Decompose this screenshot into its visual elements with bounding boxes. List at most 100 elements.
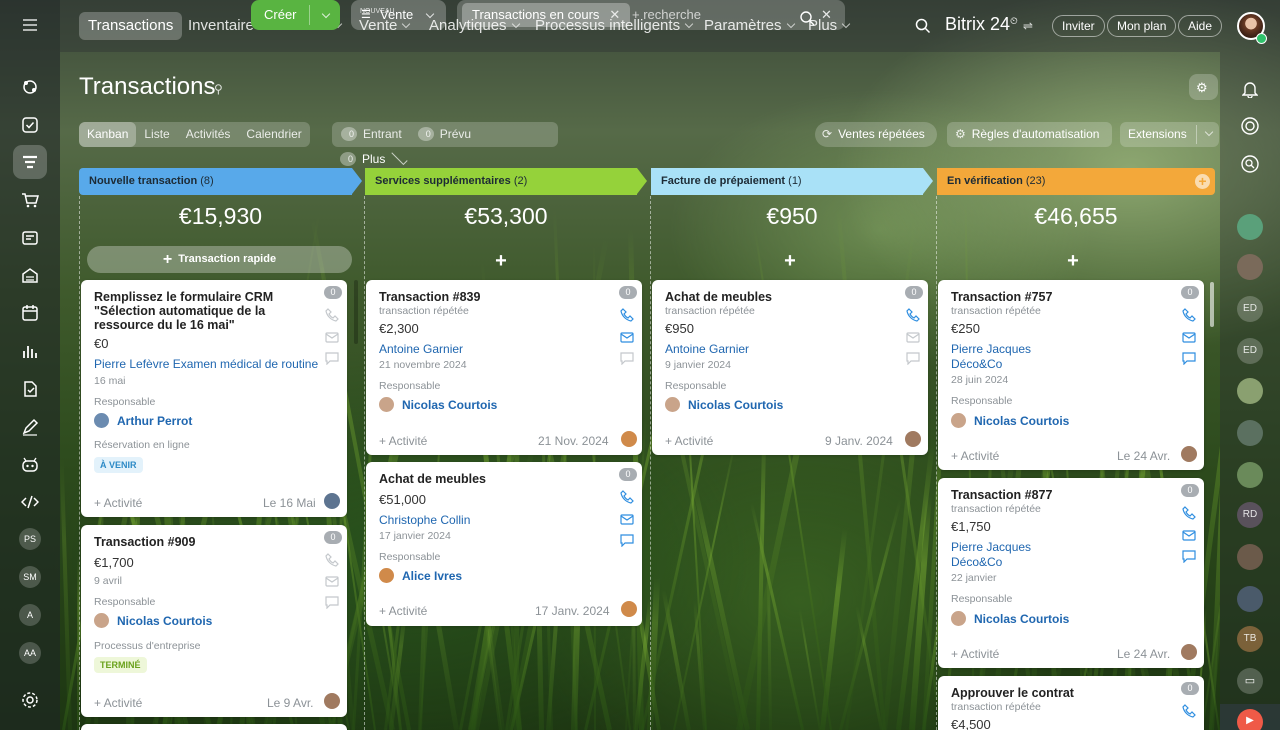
- view-activites[interactable]: Activités: [178, 122, 239, 147]
- avatar[interactable]: AA: [19, 642, 41, 664]
- extensions-button[interactable]: Extensions: [1120, 122, 1219, 147]
- responsible-person[interactable]: Arthur Perrot: [94, 413, 192, 428]
- card-title[interactable]: Transaction #839: [379, 290, 480, 304]
- card-title[interactable]: Remplissez le formulaire CRM "Sélection …: [94, 290, 322, 332]
- radar-icon[interactable]: [1240, 116, 1260, 141]
- warehouse-icon[interactable]: [13, 258, 47, 292]
- add-activity-link[interactable]: + Activité: [379, 434, 427, 448]
- add-activity-link[interactable]: + Activité: [665, 434, 713, 448]
- invite-button[interactable]: Inviter: [1052, 15, 1105, 37]
- card-client[interactable]: Antoine Garnier: [665, 342, 749, 356]
- chat-icon[interactable]: [325, 351, 339, 366]
- mail-icon[interactable]: [620, 330, 634, 344]
- deal-card[interactable]: Achat de meubles 0 transaction répétée €…: [652, 280, 928, 455]
- card-title[interactable]: Transaction #757: [951, 290, 1052, 304]
- chat-icon[interactable]: [906, 351, 920, 366]
- responsible-person[interactable]: Nicolas Courtois: [951, 413, 1069, 428]
- pipeline-select[interactable]: ☰ Vente: [351, 0, 446, 30]
- search-icon[interactable]: [915, 18, 931, 39]
- clear-icon[interactable]: ✕: [821, 0, 832, 30]
- phone-icon[interactable]: [325, 308, 339, 322]
- card-title[interactable]: Achat de meubles: [665, 290, 772, 304]
- repeat-sales-button[interactable]: ⟳ Ventes répétées: [815, 122, 937, 147]
- create-button[interactable]: Créer: [251, 0, 340, 30]
- add-activity-link[interactable]: + Activité: [94, 496, 142, 510]
- chat-icon[interactable]: [1182, 351, 1196, 366]
- avatar[interactable]: [1237, 254, 1263, 280]
- phone-icon[interactable]: [620, 490, 634, 504]
- card-title[interactable]: Achat de meubles: [379, 472, 486, 486]
- avatar[interactable]: [1237, 420, 1263, 446]
- search-icon[interactable]: [800, 7, 815, 37]
- card-title[interactable]: Transaction #909: [94, 535, 195, 549]
- tasks-icon[interactable]: [13, 108, 47, 142]
- video-call-icon[interactable]: ▶: [1237, 709, 1263, 730]
- avatar[interactable]: [1237, 586, 1263, 612]
- responsible-person[interactable]: Nicolas Courtois: [379, 397, 497, 412]
- chevron-down-icon[interactable]: [321, 9, 331, 19]
- avatar[interactable]: A: [19, 604, 41, 626]
- card-client[interactable]: Pierre Jacques: [951, 540, 1031, 554]
- automation-rules-button[interactable]: ⚙ Règles d'automatisation: [947, 122, 1112, 147]
- search-input[interactable]: + recherche: [632, 0, 701, 30]
- deal-card[interactable]: Approuver le contrat 0 transaction répét…: [938, 676, 1204, 730]
- tab-transactions[interactable]: Transactions: [79, 12, 183, 40]
- phone-icon[interactable]: [620, 308, 634, 322]
- deal-card[interactable]: [81, 724, 347, 730]
- crm-icon[interactable]: [13, 145, 47, 179]
- chat-icon[interactable]: [620, 351, 634, 366]
- analytics-icon[interactable]: [13, 334, 47, 368]
- calendar-icon[interactable]: [13, 296, 47, 330]
- chat-icon[interactable]: [620, 533, 634, 548]
- card-title[interactable]: Transaction #877: [951, 488, 1052, 502]
- search-chat-icon[interactable]: [1240, 154, 1260, 179]
- settings-sliders-icon[interactable]: ⇌: [1023, 19, 1033, 33]
- card-client[interactable]: Pierre Lefèvre Examen médical de routine: [94, 357, 318, 371]
- phone-icon[interactable]: [906, 308, 920, 322]
- counter-prevu[interactable]: 0 Prévu: [410, 122, 479, 147]
- phone-icon[interactable]: [1182, 308, 1196, 322]
- close-icon[interactable]: ✕: [609, 7, 620, 22]
- responsible-person[interactable]: Nicolas Courtois: [94, 613, 212, 628]
- scrollbar[interactable]: [354, 280, 358, 344]
- responsible-person[interactable]: Alice Ivres: [379, 568, 462, 583]
- video-icon[interactable]: ▭: [1237, 668, 1263, 694]
- deal-card[interactable]: Achat de meubles 0 €51,000 Christophe Co…: [366, 462, 642, 626]
- avatar[interactable]: RD: [1237, 502, 1263, 528]
- search-filter-bar[interactable]: Transactions en cours ✕ + recherche ✕: [457, 0, 845, 30]
- phone-icon[interactable]: [1182, 704, 1196, 718]
- counter-entrant[interactable]: 0 Entrant: [332, 122, 410, 147]
- mail-icon[interactable]: [906, 330, 920, 344]
- column-header-nouvelle[interactable]: Nouvelle transaction (8): [79, 168, 362, 195]
- avatar[interactable]: ED: [1237, 296, 1263, 322]
- copilot-icon[interactable]: [13, 448, 47, 482]
- mail-icon[interactable]: [620, 512, 634, 526]
- avatar[interactable]: ED: [1237, 338, 1263, 364]
- chat-icon[interactable]: [325, 595, 339, 610]
- view-calendrier[interactable]: Calendrier: [238, 122, 309, 147]
- add-activity-link[interactable]: + Activité: [379, 604, 427, 618]
- mail-icon[interactable]: [325, 330, 339, 344]
- phone-icon[interactable]: [325, 553, 339, 567]
- mail-icon[interactable]: [325, 574, 339, 588]
- chat-icon[interactable]: [1182, 549, 1196, 564]
- pin-icon[interactable]: ⚲: [214, 82, 223, 96]
- add-activity-link[interactable]: + Activité: [94, 696, 142, 710]
- avatar[interactable]: TB: [1237, 626, 1263, 652]
- sign-icon[interactable]: [13, 410, 47, 444]
- column-header-facture[interactable]: Facture de prépaiement (1): [651, 168, 933, 195]
- quick-transaction-button[interactable]: + Transaction rapide: [87, 246, 352, 273]
- avatar[interactable]: [1237, 544, 1263, 570]
- settings-gear-icon[interactable]: [13, 683, 47, 717]
- add-card-plus-icon[interactable]: +: [365, 250, 637, 273]
- my-plan-button[interactable]: Mon plan: [1107, 15, 1177, 37]
- view-kanban[interactable]: Kanban: [79, 122, 137, 147]
- help-button[interactable]: Aide: [1178, 15, 1223, 37]
- phone-icon[interactable]: [1182, 506, 1196, 520]
- developer-icon[interactable]: [13, 485, 47, 519]
- card-title[interactable]: Approuver le contrat: [951, 686, 1074, 700]
- card-company[interactable]: Déco&Co: [951, 357, 1002, 371]
- add-activity-link[interactable]: + Activité: [951, 449, 999, 463]
- deal-card[interactable]: Transaction #877 0 transaction répétée €…: [938, 478, 1204, 668]
- deal-card[interactable]: Transaction #839 0 transaction répétée €…: [366, 280, 642, 455]
